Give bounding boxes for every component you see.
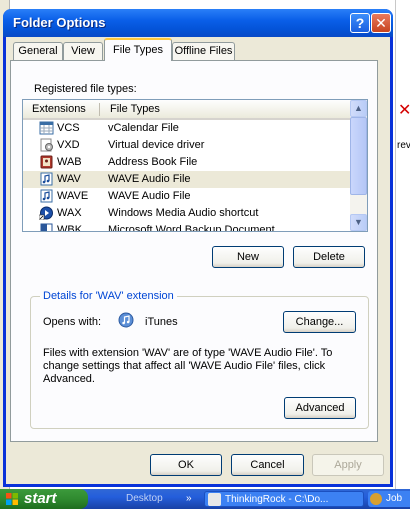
list-row-wab[interactable]: WAB Address Book File — [23, 154, 350, 171]
scroll-down-button[interactable]: ▼ — [350, 214, 367, 231]
cancel-button[interactable]: Cancel — [231, 454, 304, 476]
tab-offline-files[interactable]: Offline Files — [172, 42, 235, 60]
start-button[interactable]: start — [0, 489, 88, 509]
title-bar[interactable]: Folder Options ? ✕ — [3, 9, 393, 37]
driver-icon — [40, 138, 53, 152]
audio-file-icon — [40, 172, 53, 186]
row-extension: WAV — [57, 173, 81, 185]
background-close-icon: ✕ — [398, 102, 410, 119]
row-extension: WAVE — [57, 190, 89, 202]
taskbar: start Desktop » ThinkingRock - C:\Do... … — [0, 489, 410, 509]
row-file-type: Virtual device driver — [108, 139, 205, 151]
file-types-list[interactable]: Extensions File Types VCS vCalendar File… — [22, 99, 368, 232]
word-doc-icon — [40, 223, 53, 231]
help-button[interactable]: ? — [350, 13, 370, 33]
details-group-title: Details for 'WAV' extension — [40, 290, 177, 302]
taskbar-desktop[interactable]: Desktop — [126, 491, 163, 507]
row-file-type: Windows Media Audio shortcut — [108, 207, 259, 219]
list-row-wave[interactable]: WAVE WAVE Audio File — [23, 188, 350, 205]
audio-file-icon — [40, 189, 53, 203]
app-window-icon — [208, 493, 221, 506]
tab-general[interactable]: General — [13, 42, 63, 60]
taskbar-chevron-icon[interactable]: » — [186, 491, 192, 507]
new-button[interactable]: New — [212, 246, 284, 268]
address-book-icon — [40, 155, 53, 169]
tab-file-types[interactable]: File Types — [104, 38, 172, 61]
column-header-extensions[interactable]: Extensions — [32, 103, 86, 115]
windows-flag-icon — [6, 493, 18, 505]
row-file-type: Microsoft Word Backup Document — [108, 224, 275, 232]
list-header: Extensions File Types — [23, 100, 350, 120]
close-button[interactable]: ✕ — [371, 13, 391, 33]
row-file-type: WAVE Audio File — [108, 173, 191, 185]
opens-with-app-name: iTunes — [145, 316, 178, 328]
background-right-strip — [395, 0, 410, 490]
row-file-type: Address Book File — [108, 156, 198, 168]
list-row-wav[interactable]: WAV WAVE Audio File — [23, 171, 350, 188]
background-text: rev — [397, 140, 410, 151]
tab-view[interactable]: View — [63, 42, 103, 60]
app-icon — [370, 493, 382, 505]
row-extension: VCS — [57, 122, 80, 134]
row-file-type: WAVE Audio File — [108, 190, 191, 202]
list-rows: VCS vCalendar File VXD Virtual device dr… — [23, 120, 350, 232]
column-header-file-types[interactable]: File Types — [110, 103, 160, 115]
taskbar-task-job[interactable]: Job — [368, 491, 410, 507]
apply-button[interactable]: Apply — [312, 454, 384, 476]
registered-file-types-label: Registered file types: — [34, 83, 137, 95]
row-extension: WAB — [57, 156, 82, 168]
start-label: start — [24, 490, 57, 507]
advanced-button[interactable]: Advanced — [284, 397, 356, 419]
details-description: Files with extension 'WAV' are of type '… — [43, 347, 333, 385]
vcalendar-icon — [39, 121, 54, 135]
ok-button[interactable]: OK — [150, 454, 222, 476]
list-row-vxd[interactable]: VXD Virtual device driver — [23, 137, 350, 154]
list-row-wax[interactable]: WAX Windows Media Audio shortcut — [23, 205, 350, 222]
taskbar-task-label: Job — [386, 493, 403, 504]
delete-button[interactable]: Delete — [293, 246, 365, 268]
column-divider[interactable] — [99, 103, 100, 116]
list-row-wbk[interactable]: WBK Microsoft Word Backup Document — [23, 222, 350, 232]
taskbar-task-label: ThinkingRock - C:\Do... — [225, 494, 329, 505]
taskbar-task-thinkingrock[interactable]: ThinkingRock - C:\Do... — [204, 491, 364, 507]
scroll-up-button[interactable]: ▲ — [350, 100, 367, 117]
itunes-icon — [118, 312, 134, 328]
row-extension: WAX — [57, 207, 82, 219]
opens-with-label: Opens with: — [43, 316, 102, 328]
change-button[interactable]: Change... — [283, 311, 356, 333]
list-row-vcs[interactable]: VCS vCalendar File — [23, 120, 350, 137]
media-shortcut-icon — [39, 206, 53, 220]
row-file-type: vCalendar File — [108, 122, 179, 134]
row-extension: VXD — [57, 139, 80, 151]
list-scrollbar[interactable]: ▲ ▼ — [350, 100, 367, 231]
scroll-thumb[interactable] — [350, 117, 367, 195]
row-extension: WBK — [57, 224, 83, 232]
window-title: Folder Options — [13, 15, 106, 30]
